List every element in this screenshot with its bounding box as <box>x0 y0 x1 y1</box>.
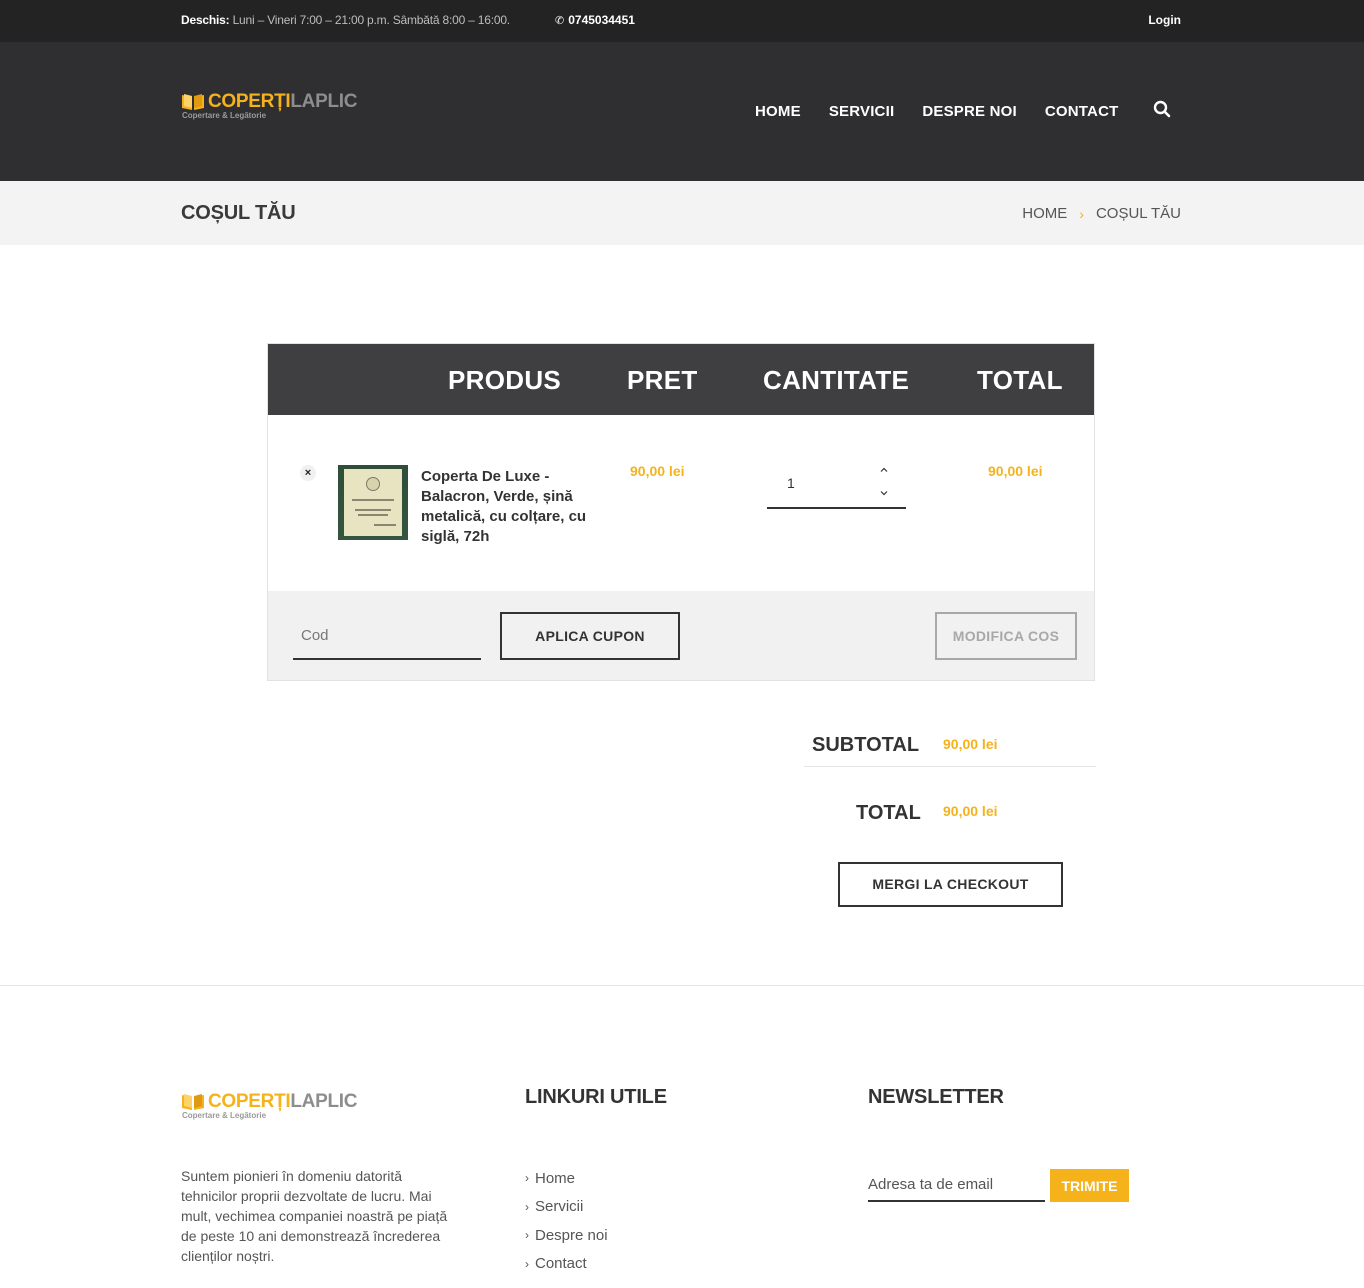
cart-table: PRODUS PRET CANTITATE TOTAL × Coperta De… <box>267 343 1095 681</box>
logo-tagline: Copertare & Legătorie <box>182 111 267 120</box>
page-title-bar: COȘUL TĂU HOME › COȘUL TĂU <box>0 181 1364 245</box>
coupon-row: APLICA CUPON MODIFICA COS <box>268 591 1094 680</box>
chevron-right-icon: › <box>525 1256 529 1271</box>
footer-link-home[interactable]: › Home <box>525 1164 608 1193</box>
useful-links-heading: LINKURI UTILE <box>525 1086 667 1108</box>
nav-servicii[interactable]: SERVICII <box>829 103 895 120</box>
col-header-price: PRET <box>627 365 698 395</box>
footer-logo[interactable]: COPERȚI LAPLIC Copertare & Legătorie <box>181 1091 357 1120</box>
footer-about-text: Suntem pionieri în domeniu datorită tehn… <box>181 1168 448 1264</box>
site-logo[interactable]: COPERȚI LAPLIC Copertare & Legătorie <box>181 91 357 120</box>
cart-item-row: × Coperta De Luxe - Balacron, Verde, șin… <box>268 415 1094 591</box>
logo-tagline: Copertare & Legătorie <box>182 1111 267 1120</box>
footer-link-contact[interactable]: › Contact <box>525 1250 608 1279</box>
login-link[interactable]: Login <box>1148 13 1181 27</box>
site-header: COPERȚI LAPLIC Copertare & Legătorie HOME… <box>0 42 1364 181</box>
opening-times: Luni – Vineri 7:00 – 21:00 p.m. Sâmbătă … <box>232 13 511 27</box>
logo-word-2: LAPLIC <box>290 1091 358 1112</box>
logo-word-1: COPERȚI <box>208 1091 291 1112</box>
footer-link-despre-noi[interactable]: › Despre noi <box>525 1221 608 1250</box>
total-value: 90,00 lei <box>943 803 998 819</box>
item-total: 90,00 lei <box>988 463 1043 479</box>
breadcrumb-current: COȘUL TĂU <box>1095 205 1181 222</box>
nav-despre-noi[interactable]: DESPRE NOI <box>922 103 1017 120</box>
chevron-up-icon[interactable] <box>877 465 891 479</box>
total-label: TOTAL <box>856 802 921 824</box>
subtotal-value: 90,00 lei <box>943 736 998 752</box>
update-cart-button[interactable]: MODIFICA COS <box>935 612 1077 660</box>
phone-contact[interactable]: ✆ 0745034451 <box>555 13 635 27</box>
product-name-link[interactable]: Coperta De Luxe - Balacron, Verde, șină … <box>421 467 591 547</box>
newsletter-email-input[interactable] <box>868 1169 1045 1202</box>
book-logo-icon <box>181 93 205 111</box>
chevron-down-icon[interactable] <box>877 488 891 502</box>
totals-divider <box>804 766 1096 767</box>
quantity-value[interactable]: 1 <box>787 475 795 491</box>
col-header-total: TOTAL <box>977 365 1063 395</box>
logo-word-1: COPERȚI <box>208 91 291 112</box>
cart-table-header: PRODUS PRET CANTITATE TOTAL <box>268 344 1094 415</box>
coupon-input[interactable] <box>293 613 481 660</box>
checkout-button[interactable]: MERGI LA CHECKOUT <box>838 862 1063 907</box>
search-icon[interactable] <box>1153 100 1173 120</box>
useful-links-list: › Home › Servicii › Despre noi › Contact <box>525 1164 608 1278</box>
nav-contact[interactable]: CONTACT <box>1045 103 1119 120</box>
nav-home[interactable]: HOME <box>755 103 801 120</box>
opening-label: Deschis: <box>181 13 230 27</box>
col-header-quantity: CANTITATE <box>763 365 910 395</box>
breadcrumb: HOME › COȘUL TĂU <box>1022 205 1181 222</box>
footer-divider <box>0 985 1364 986</box>
item-price: 90,00 lei <box>630 463 685 479</box>
footer-link-label[interactable]: Home <box>535 1170 575 1187</box>
page-title: COȘUL TĂU <box>181 202 296 224</box>
newsletter-heading: NEWSLETTER <box>868 1086 1004 1108</box>
chevron-right-icon: › <box>525 1228 529 1243</box>
phone-number: 0745034451 <box>568 13 635 27</box>
footer-link-label[interactable]: Servicii <box>535 1198 583 1215</box>
phone-icon: ✆ <box>555 15 565 27</box>
main-nav: HOME SERVICII DESPRE NOI CONTACT <box>755 103 1146 120</box>
quantity-stepper[interactable]: 1 <box>767 459 906 509</box>
top-info-bar: Deschis: Luni – Vineri 7:00 – 21:00 p.m.… <box>0 0 1364 42</box>
product-thumbnail[interactable] <box>338 465 408 540</box>
opening-hours: Deschis: Luni – Vineri 7:00 – 21:00 p.m.… <box>181 13 510 27</box>
subtotal-label: SUBTOTAL <box>812 734 920 756</box>
footer-link-label[interactable]: Contact <box>535 1255 587 1272</box>
chevron-right-icon: › <box>525 1199 529 1214</box>
col-header-product: PRODUS <box>448 365 562 395</box>
breadcrumb-home[interactable]: HOME <box>1022 205 1067 222</box>
chevron-right-icon: › <box>525 1171 529 1186</box>
logo-word-2: LAPLIC <box>290 91 358 112</box>
newsletter-submit-button[interactable]: TRIMITE <box>1050 1169 1129 1202</box>
apply-coupon-button[interactable]: APLICA CUPON <box>500 612 680 660</box>
footer-link-servicii[interactable]: › Servicii <box>525 1193 608 1222</box>
footer-link-label[interactable]: Despre noi <box>535 1227 608 1244</box>
book-logo-icon <box>181 1093 205 1111</box>
chevron-right-icon: › <box>1079 205 1084 222</box>
remove-item-icon[interactable]: × <box>300 465 316 481</box>
